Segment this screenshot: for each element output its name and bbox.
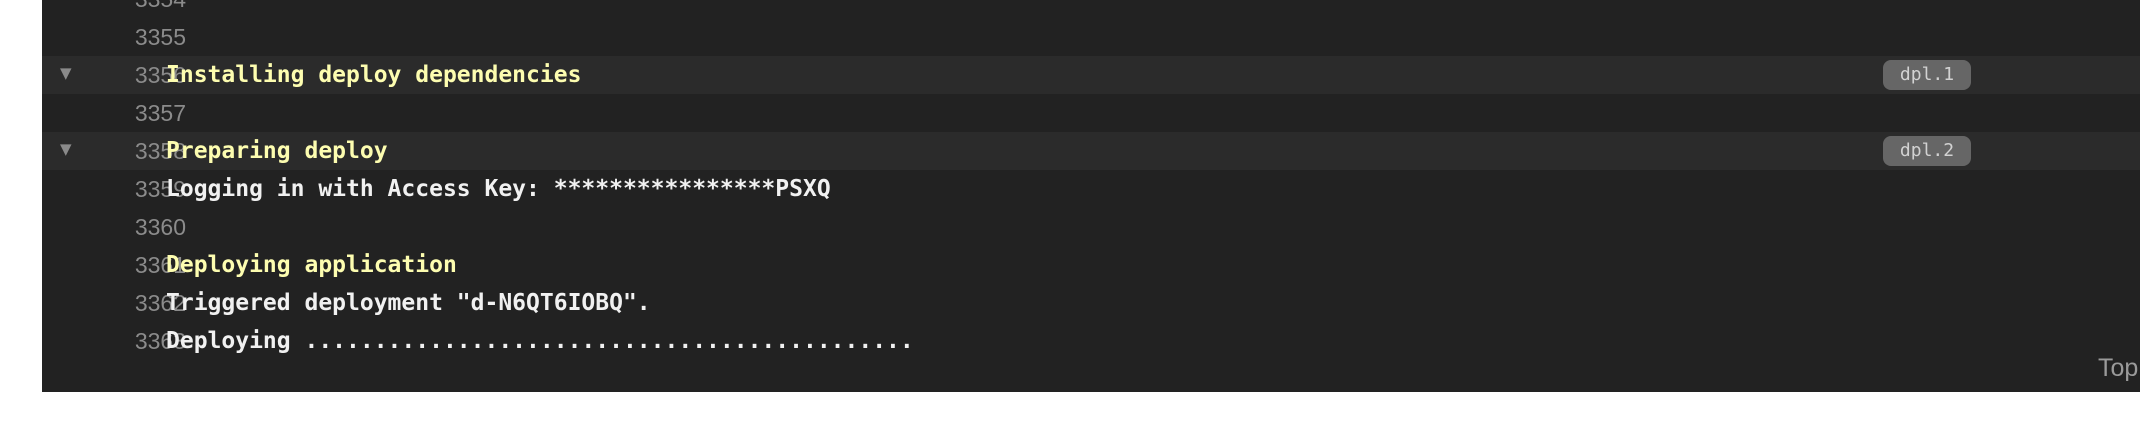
log-line-3359: 3359 Logging in with Access Key: *******…: [42, 170, 2140, 208]
line-text: Deploying application: [166, 252, 457, 278]
line-number[interactable]: 3355: [82, 18, 186, 56]
line-text: Deploying ..............................…: [166, 328, 914, 354]
fold-tag: dpl.2: [1883, 136, 1971, 166]
log-line-3354: 3354: [42, 0, 2140, 18]
scroll-to-top-link[interactable]: Top: [2098, 352, 2140, 384]
fold-tag: dpl.1: [1883, 60, 1971, 90]
line-number[interactable]: 3360: [82, 208, 186, 246]
line-text: Logging in with Access Key: ************…: [166, 176, 831, 202]
log-line-3360: 3360: [42, 208, 2140, 246]
fold-header-dpl-2[interactable]: ▼ 3358 Preparing deploy dpl.2: [42, 132, 2140, 170]
fold-header-dpl-1[interactable]: ▼ 3356 Installing deploy dependencies dp…: [42, 56, 2140, 94]
top-label: Top: [2098, 354, 2139, 382]
fold-title: Preparing deploy: [166, 138, 388, 164]
log-line-3363: 3363 Deploying .........................…: [42, 322, 2140, 360]
line-number[interactable]: 3354: [82, 0, 186, 18]
fold-title: Installing deploy dependencies: [166, 62, 582, 88]
build-log-panel: 3354 3355 ▼ 3356 Installing deploy depen…: [42, 0, 2140, 392]
log-line-3355: 3355: [42, 18, 2140, 56]
log-line-3357: 3357: [42, 94, 2140, 132]
triangle-down-icon[interactable]: ▼: [60, 56, 80, 90]
log-lines: 3354 3355 ▼ 3356 Installing deploy depen…: [42, 0, 2140, 360]
line-text: Triggered deployment "d-N6QT6IOBQ".: [166, 290, 651, 316]
triangle-down-icon[interactable]: ▼: [60, 132, 80, 166]
line-number[interactable]: 3357: [82, 94, 186, 132]
log-line-3361: 3361 Deploying application: [42, 246, 2140, 284]
log-line-3362: 3362 Triggered deployment "d-N6QT6IOBQ".: [42, 284, 2140, 322]
